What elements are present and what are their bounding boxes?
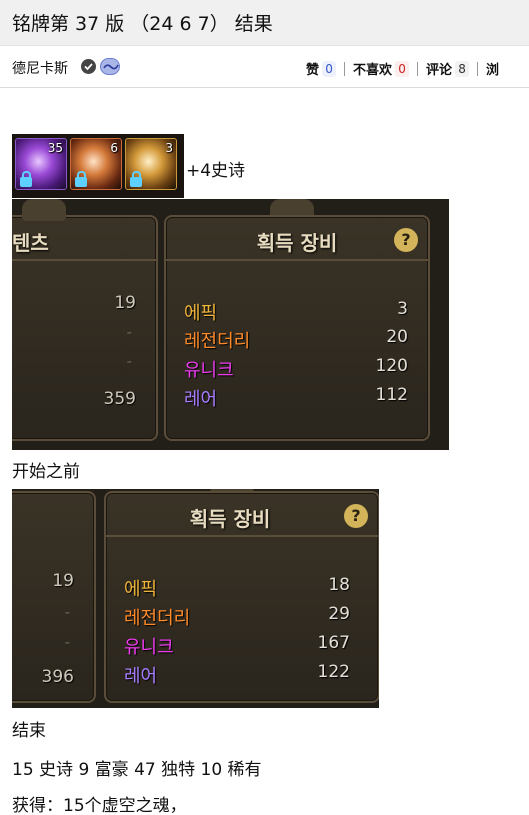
grade-legendary: 레전더리 (184, 331, 251, 352)
left-panel: 19 - - 396 (12, 491, 96, 703)
after-screenshot: 19 - - 396 획득 장비 ? 에픽 18 레전더리 29 유니크 167… (12, 489, 379, 708)
medal-count: 3 (165, 141, 173, 155)
panel-title: 획득 장비 (256, 231, 338, 255)
unique-count: 167 (317, 633, 350, 653)
divider (344, 61, 346, 76)
rare-count: 122 (317, 662, 350, 682)
acquired-gear-panel: 획득 장비 ? 에픽 3 레전더리 20 유니크 120 레어 112 (164, 215, 430, 441)
panel-title: 획득 장비 (189, 507, 271, 531)
after-caption: 结束 (12, 721, 46, 741)
left-value: - (126, 352, 132, 370)
unique-count: 120 (375, 356, 408, 376)
grade-unique: 유니크 (124, 637, 174, 658)
left-value: - (126, 323, 132, 341)
like-label[interactable]: 赞 (306, 59, 319, 78)
left-value: 396 (41, 667, 74, 687)
post-meta-bar: 德尼卡斯 赞 0 不喜欢 0 评论 8 浏 (0, 46, 529, 88)
left-value: 19 (114, 293, 136, 313)
epic-count: 3 (397, 299, 408, 319)
lock-icon (75, 171, 87, 187)
left-panel: 텐츠 19 - - 359 (12, 215, 158, 441)
grade-epic: 에픽 (184, 303, 218, 324)
dislike-label[interactable]: 不喜欢 (353, 59, 392, 78)
before-screenshot: 텐츠 19 - - 359 획득 장비 ? 에픽 3 레전더리 20 유니크 1… (12, 199, 449, 450)
legendary-count: 20 (386, 327, 408, 347)
medal-count: 6 (110, 141, 118, 155)
left-value: - (64, 633, 70, 651)
title-bar: 铭牌第 37 版 （24 6 7） 结果 (0, 0, 529, 46)
grade-rare: 레어 (124, 666, 158, 687)
help-icon[interactable]: ? (394, 228, 418, 252)
medal-icon-strip: 35 6 3 (12, 134, 184, 198)
grade-unique: 유니크 (184, 360, 234, 381)
comment-count: 8 (455, 60, 470, 77)
help-icon[interactable]: ? (344, 504, 368, 528)
obtained-text: 获得：15个虚空之魂， (12, 796, 187, 815)
lock-icon (20, 171, 32, 187)
left-value: 19 (52, 571, 74, 591)
before-caption: 开始之前 (12, 462, 80, 482)
summary-text: 15 史诗 9 富豪 47 独特 10 稀有 (12, 760, 262, 780)
legendary-count: 29 (328, 604, 350, 624)
like-count: 0 (322, 60, 337, 77)
epic-count: 18 (328, 575, 350, 595)
rare-count: 112 (375, 385, 408, 405)
comment-label[interactable]: 评论 (426, 59, 452, 78)
orange-medal-icon: 6 (70, 138, 122, 190)
divider (417, 61, 419, 76)
ornament-icon (22, 199, 66, 221)
verified-check-icon (81, 59, 96, 74)
grade-epic: 에픽 (124, 579, 158, 600)
author-name[interactable]: 德尼卡斯 (12, 58, 68, 78)
gold-medal-icon: 3 (125, 138, 177, 190)
grade-rare: 레어 (184, 389, 218, 410)
acquired-gear-panel: 획득 장비 ? 에픽 18 레전더리 29 유니크 167 레어 122 (104, 491, 379, 703)
divider (477, 61, 479, 76)
views-label: 浏 (486, 63, 500, 78)
left-value: - (64, 603, 70, 621)
dislike-count: 0 (395, 60, 410, 77)
grade-legendary: 레전더리 (124, 608, 191, 629)
strip-caption: +4史诗 (186, 161, 246, 181)
user-badge-icon (100, 58, 120, 75)
purple-medal-icon: 35 (15, 138, 67, 190)
post-stats: 赞 0 不喜欢 0 评论 8 浏 (306, 59, 499, 78)
medal-count: 35 (47, 141, 63, 155)
left-value: 359 (103, 389, 136, 409)
lock-icon (130, 171, 142, 187)
left-panel-title: 텐츠 (12, 231, 49, 255)
page-title: 铭牌第 37 版 （24 6 7） 结果 (12, 13, 273, 35)
